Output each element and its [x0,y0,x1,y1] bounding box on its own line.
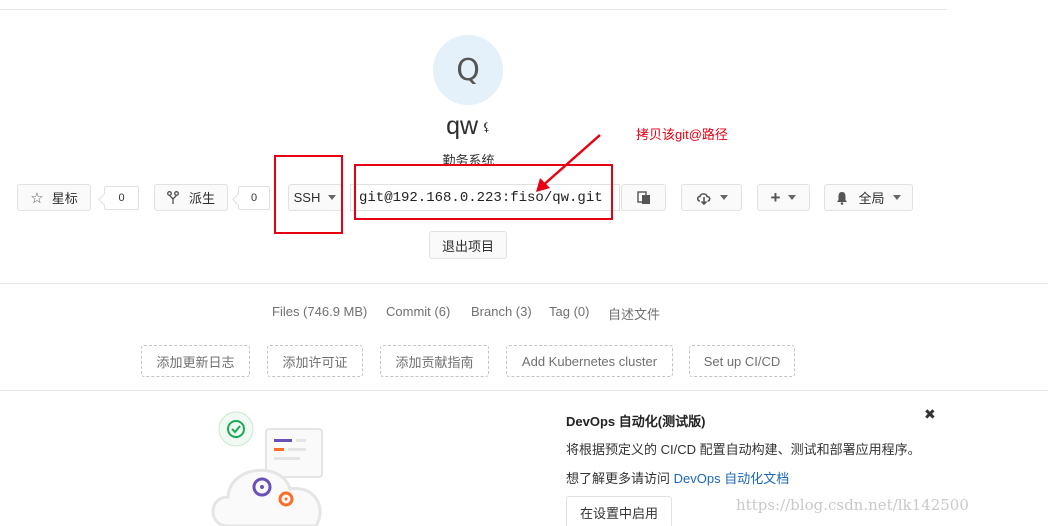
download-cloud-icon [696,192,710,205]
annotation-text: 拷贝该git@路径 [636,127,728,142]
annotation-box-protocol [274,155,343,234]
bottom-divider [0,390,1048,391]
avatar-letter: Q [456,52,480,88]
top-divider [0,9,947,10]
chevron-down-icon [719,195,728,200]
fork-icon [167,190,179,204]
devops-description: 将根据预定义的 CI/CD 配置自动构建、测试和部署应用程序。 [566,442,921,457]
close-icon[interactable]: ✖ [924,406,936,423]
devops-title: DevOps 自动化(测试版) [566,414,706,429]
copy-url-button[interactable] [621,184,666,211]
leave-project-button[interactable]: 退出项目 [429,231,507,259]
notification-label: 全局 [858,191,885,206]
project-page: Q qw ⚸ 勤务系统 ☆ 星标 0 派生 0 SSH git@192.168.0… [0,0,1048,526]
star-label: 星标 [51,191,78,206]
star-count[interactable]: 0 [104,186,139,210]
add-kubernetes-cluster-button[interactable]: Add Kubernetes cluster [506,345,673,377]
download-dropdown[interactable] [681,184,742,211]
star-button[interactable]: ☆ 星标 [17,184,91,211]
watermark: https://blog.csdn.net/lk142500 [736,496,969,514]
commits-link[interactable]: Commit (6) [386,304,450,319]
project-name: qw [446,112,479,140]
files-link[interactable]: Files (746.9 MB) [272,304,367,319]
chevron-down-icon [892,195,901,200]
devops-illustration [211,411,323,526]
add-contributing-button[interactable]: 添加贡献指南 [380,345,489,377]
fork-count[interactable]: 0 [238,186,270,210]
fork-button[interactable]: 派生 [154,184,228,211]
add-license-button[interactable]: 添加许可证 [267,345,363,377]
bell-icon [837,191,848,205]
project-avatar: Q [433,35,503,105]
devops-docs-link[interactable]: DevOps 自动化文档 [674,471,790,486]
add-changelog-button[interactable]: 添加更新日志 [141,345,250,377]
chevron-down-icon [788,195,797,200]
devops-learn-more: 想了解更多请访问 DevOps 自动化文档 [566,468,789,487]
fork-label: 派生 [188,191,215,206]
setup-cicd-button[interactable]: Set up CI/CD [689,345,795,377]
branches-link[interactable]: Branch (3) [471,304,532,319]
tags-link[interactable]: Tag (0) [549,304,589,319]
project-title: qw ⚸ [0,112,937,141]
readme-link[interactable]: 自述文件 [608,304,660,323]
mid-divider [0,283,1048,284]
star-icon: ☆ [30,189,44,207]
lock-icon: ⚸ [482,120,491,135]
annotation-arrow [536,134,601,192]
devops-learn-more-prefix: 想了解更多请访问 [566,471,674,486]
notification-dropdown[interactable]: 全局 [824,184,913,211]
enable-in-settings-button[interactable]: 在设置中启用 [566,496,672,526]
add-dropdown[interactable]: + [757,184,810,211]
clipboard-icon [636,190,650,204]
plus-icon: + [770,187,781,207]
